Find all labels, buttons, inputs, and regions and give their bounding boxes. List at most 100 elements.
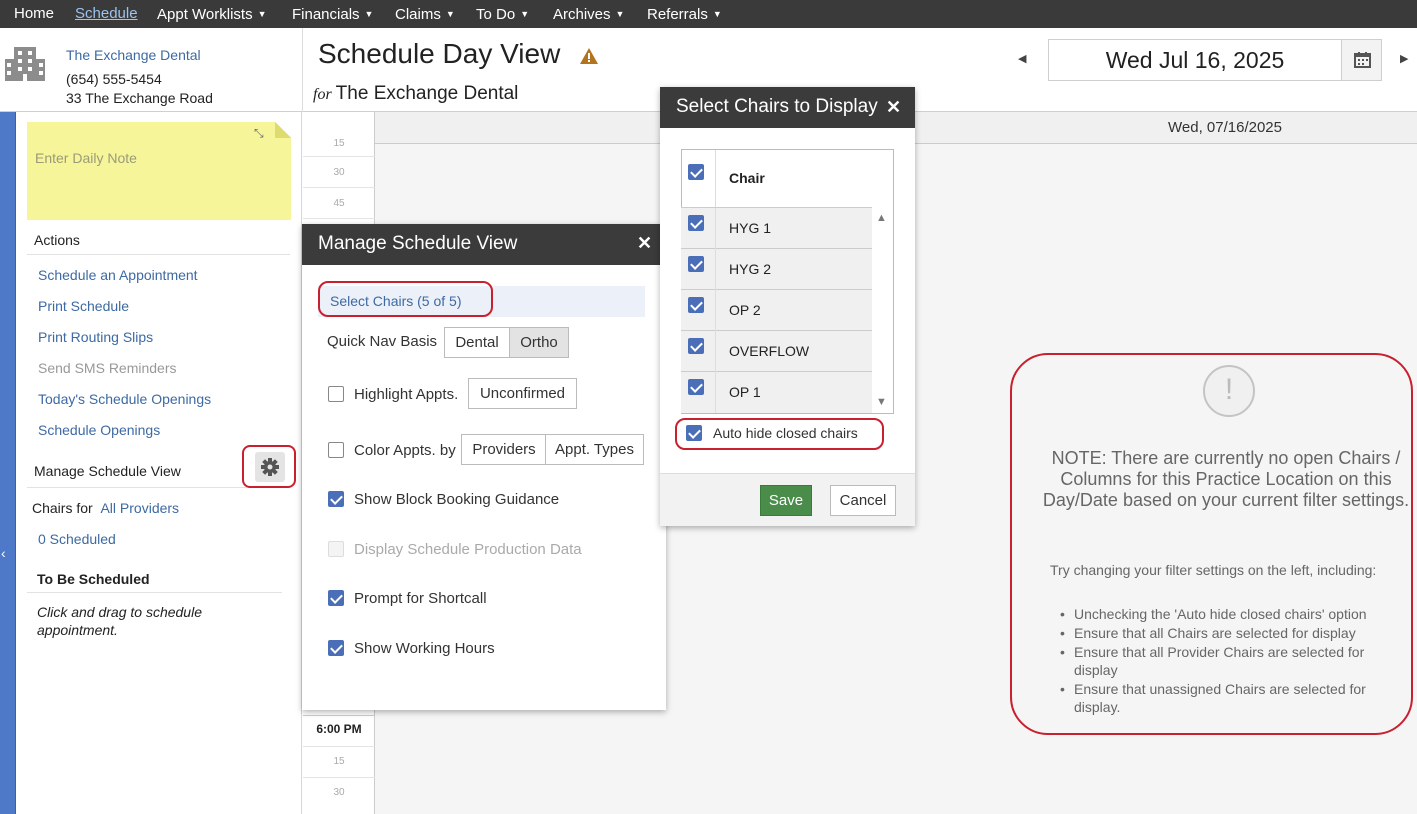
calendar-button[interactable]	[1341, 39, 1382, 81]
chevron-down-icon: ▼	[257, 9, 267, 19]
time-label: 6:00 PM	[316, 722, 362, 736]
action-send-sms-reminders: Send SMS Reminders	[38, 360, 177, 376]
time-tick: 15	[333, 138, 345, 149]
chair-name: HYG 1	[729, 220, 772, 236]
time-gridline	[303, 746, 375, 747]
chair-name: OVERFLOW	[729, 343, 810, 359]
divider	[715, 208, 716, 413]
chair-checkbox[interactable]	[688, 256, 704, 272]
block-booking-label: Show Block Booking Guidance	[354, 491, 560, 508]
color-providers-button[interactable]: Providers	[461, 434, 547, 465]
scroll-up-icon[interactable]: ▲	[876, 212, 887, 224]
color-appt-types-button[interactable]: Appt. Types	[545, 434, 644, 465]
save-button[interactable]: Save	[760, 485, 812, 516]
time-tick: 45	[333, 198, 345, 209]
previous-day-icon[interactable]: ◀	[1018, 52, 1026, 65]
close-icon[interactable]: ✕	[637, 233, 652, 254]
unconfirmed-button[interactable]: Unconfirmed	[468, 378, 577, 409]
nav-referrals[interactable]: Referrals ▼	[647, 0, 722, 28]
divider	[27, 487, 247, 488]
daily-note-placeholder: Enter Daily Note	[35, 150, 137, 166]
working-hours-label: Show Working Hours	[354, 640, 495, 657]
popover-arrow	[645, 294, 661, 318]
divider	[27, 254, 290, 255]
action-print-schedule[interactable]: Print Schedule	[38, 298, 129, 314]
time-tick: 15	[333, 756, 345, 767]
production-data-label: Display Schedule Production Data	[354, 541, 582, 558]
highlight-appts-label: Highlight Appts.	[354, 386, 459, 403]
chair-checkbox[interactable]	[688, 297, 704, 313]
page-title: Schedule Day View	[318, 38, 561, 69]
working-hours-checkbox[interactable]	[328, 640, 344, 656]
date-column-label: Wed, 07/16/2025	[1168, 119, 1282, 136]
table-row[interactable]	[681, 372, 872, 413]
chair-checkbox[interactable]	[688, 215, 704, 231]
quick-nav-ortho-button[interactable]: Ortho	[509, 327, 569, 358]
highlight-select-chairs	[318, 281, 493, 317]
practice-subtitle: for The Exchange Dental	[313, 83, 519, 104]
daily-note[interactable]	[27, 122, 291, 220]
chairs-for: Chairs for All Providers	[32, 500, 180, 516]
shortcall-label: Prompt for Shortcall	[354, 590, 487, 607]
exclamation-icon: !	[1203, 365, 1255, 417]
chairs-for-providers-link[interactable]: All Providers	[100, 500, 179, 516]
highlight-appts-checkbox[interactable]	[328, 386, 344, 402]
nav-financials[interactable]: Financials ▼	[292, 0, 373, 28]
to-be-scheduled-hint: Click and drag to schedule appointment.	[37, 604, 202, 638]
chairs-dialog-title: Select Chairs to Display	[676, 96, 878, 117]
chair-name: OP 1	[729, 384, 761, 400]
nav-claims[interactable]: Claims ▼	[395, 0, 455, 28]
chair-checkbox[interactable]	[688, 379, 704, 395]
production-data-checkbox	[328, 541, 344, 557]
scheduled-count[interactable]: 0 Scheduled	[38, 531, 116, 547]
select-all-chairs-checkbox[interactable]	[688, 164, 704, 180]
calendar-icon	[1354, 52, 1371, 68]
nav-home[interactable]: Home	[14, 0, 54, 28]
nav-schedule[interactable]: Schedule	[75, 0, 138, 28]
action-todays-schedule-openings[interactable]: Today's Schedule Openings	[38, 391, 211, 407]
highlight-auto-hide	[675, 418, 884, 450]
practice-name[interactable]: The Exchange Dental	[66, 47, 201, 63]
action-schedule-openings[interactable]: Schedule Openings	[38, 422, 160, 438]
block-booking-checkbox[interactable]	[328, 491, 344, 507]
note-fold-icon	[275, 122, 291, 138]
action-print-routing-slips[interactable]: Print Routing Slips	[38, 329, 153, 345]
chevron-down-icon: ▼	[445, 9, 455, 19]
close-icon[interactable]: ✕	[886, 97, 901, 118]
list-item: Ensure that all Chairs are selected for …	[1058, 624, 1403, 642]
shortcall-checkbox[interactable]	[328, 590, 344, 606]
building-icon	[5, 47, 45, 81]
quick-nav-label: Quick Nav Basis	[327, 333, 438, 350]
next-day-icon[interactable]: ▶	[1400, 52, 1408, 65]
practice-address: 33 The Exchange Road	[66, 90, 213, 106]
scrollbar[interactable]	[872, 208, 893, 413]
cancel-button[interactable]: Cancel	[830, 485, 896, 516]
chevron-down-icon: ▼	[520, 9, 530, 19]
table-row[interactable]	[681, 290, 872, 331]
list-item: Ensure that all Provider Chairs are sele…	[1058, 643, 1403, 679]
warning-icon[interactable]	[580, 48, 598, 64]
nav-archives[interactable]: Archives ▼	[553, 0, 624, 28]
manage-dialog-title: Manage Schedule View	[318, 233, 518, 254]
table-row[interactable]	[681, 249, 872, 290]
table-row[interactable]	[681, 208, 872, 249]
chairs-dialog-header: Select Chairs to Display	[660, 87, 915, 128]
chair-checkbox[interactable]	[688, 338, 704, 354]
top-nav: Home Schedule Appt Worklists ▼ Financials…	[0, 0, 1417, 28]
date-display[interactable]: Wed Jul 16, 2025	[1048, 39, 1342, 81]
action-schedule-appointment[interactable]: Schedule an Appointment	[38, 267, 198, 283]
notice-sub: Try changing your filter settings on the…	[1050, 562, 1377, 578]
time-gridline	[303, 777, 375, 778]
time-tick: 30	[333, 167, 345, 178]
time-tick: 30	[333, 787, 345, 798]
nav-to-do[interactable]: To Do ▼	[476, 0, 529, 28]
nav-appt-worklists[interactable]: Appt Worklists ▼	[157, 0, 267, 28]
color-appts-checkbox[interactable]	[328, 442, 344, 458]
scroll-down-icon[interactable]: ▼	[876, 396, 887, 408]
chevron-left-icon[interactable]: ‹	[1, 545, 6, 561]
quick-nav-dental-button[interactable]: Dental	[444, 327, 510, 358]
header-divider	[302, 28, 303, 112]
notice-list: Unchecking the 'Auto hide closed chairs'…	[1058, 605, 1403, 717]
sidebar-collapse-strip[interactable]	[0, 112, 16, 814]
collapse-icon[interactable]: ⤡	[254, 126, 264, 141]
